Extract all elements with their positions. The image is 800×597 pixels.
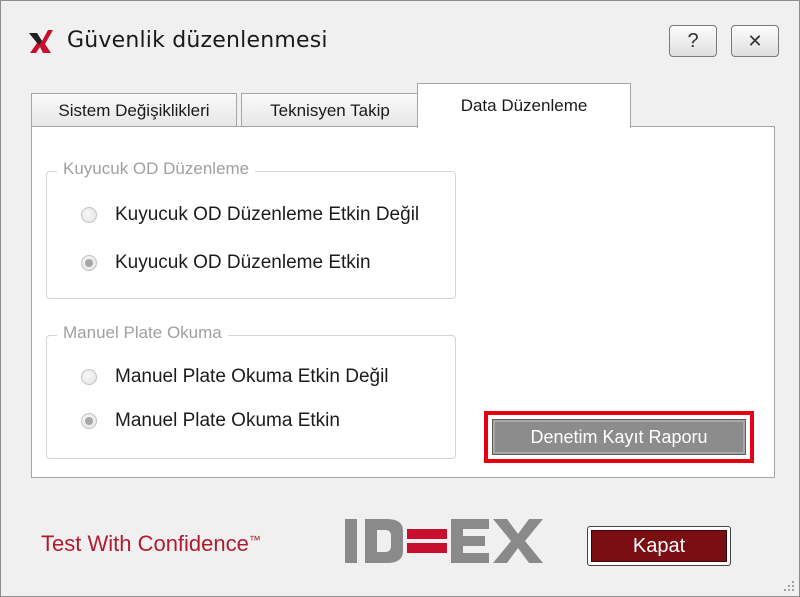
radio-label: Kuyucuk OD Düzenleme Etkin — [115, 252, 371, 273]
radio-label: Kuyucuk OD Düzenleme Etkin Değil — [115, 204, 420, 225]
title-bar: Güvenlik düzenlenmesi ? ✕ — [1, 1, 799, 77]
close-window-button[interactable]: ✕ — [731, 25, 779, 57]
kapat-button-face: Kapat — [591, 530, 727, 562]
tagline-text: Test With Confidence — [41, 531, 249, 556]
kapat-label: Kapat — [632, 534, 686, 557]
group-title: Kuyucuk OD Düzenleme — [57, 159, 256, 179]
audit-report-button[interactable]: Denetim Kayıt Raporu — [492, 419, 746, 455]
audit-report-label: Denetim Kayıt Raporu — [530, 426, 708, 447]
radio-option[interactable]: Manuel Plate Okuma Etkin Değil — [81, 366, 389, 388]
radio-option[interactable]: Kuyucuk OD Düzenleme Etkin — [81, 252, 371, 274]
radio-button-selected[interactable] — [81, 413, 97, 429]
tab-panel: Kuyucuk OD Düzenleme Kuyucuk OD Düzenlem… — [31, 126, 775, 478]
radio-option[interactable]: Manuel Plate Okuma Etkin — [81, 410, 340, 432]
radio-label: Manuel Plate Okuma Etkin — [115, 410, 340, 431]
radio-label: Manuel Plate Okuma Etkin Değil — [115, 366, 389, 387]
radio-option[interactable]: Kuyucuk OD Düzenleme Etkin Değil — [81, 204, 419, 226]
radio-button[interactable] — [81, 207, 97, 223]
radio-button[interactable] — [81, 369, 97, 385]
group-kuyucuk-od: Kuyucuk OD Düzenleme Kuyucuk OD Düzenlem… — [46, 159, 456, 299]
tab-sistem-degisiklikleri[interactable]: Sistem Değişiklikleri — [31, 93, 237, 127]
group-title: Manuel Plate Okuma — [57, 323, 228, 343]
radio-button-selected[interactable] — [81, 255, 97, 271]
help-button[interactable]: ? — [669, 25, 717, 57]
idexx-logo — [345, 519, 543, 563]
report-button-highlight: Denetim Kayıt Raporu — [484, 411, 754, 463]
app-logo-icon — [29, 30, 53, 53]
dialog-window: Güvenlik düzenlenmesi ? ✕ Sistem Değişik… — [0, 0, 800, 597]
resize-grip-icon[interactable] — [781, 578, 795, 592]
tab-teknisyen-takip[interactable]: Teknisyen Takip — [241, 93, 419, 127]
kapat-button[interactable]: Kapat — [587, 526, 731, 566]
footer-tagline: Test With Confidence™ — [41, 531, 261, 557]
help-icon: ? — [687, 29, 699, 52]
tab-data-duzenleme[interactable]: Data Düzenleme — [417, 83, 631, 128]
close-icon: ✕ — [747, 30, 763, 51]
group-manuel-plate: Manuel Plate Okuma Manuel Plate Okuma Et… — [46, 323, 456, 459]
trademark-symbol: ™ — [248, 533, 261, 547]
window-title: Güvenlik düzenlenmesi — [67, 28, 328, 53]
